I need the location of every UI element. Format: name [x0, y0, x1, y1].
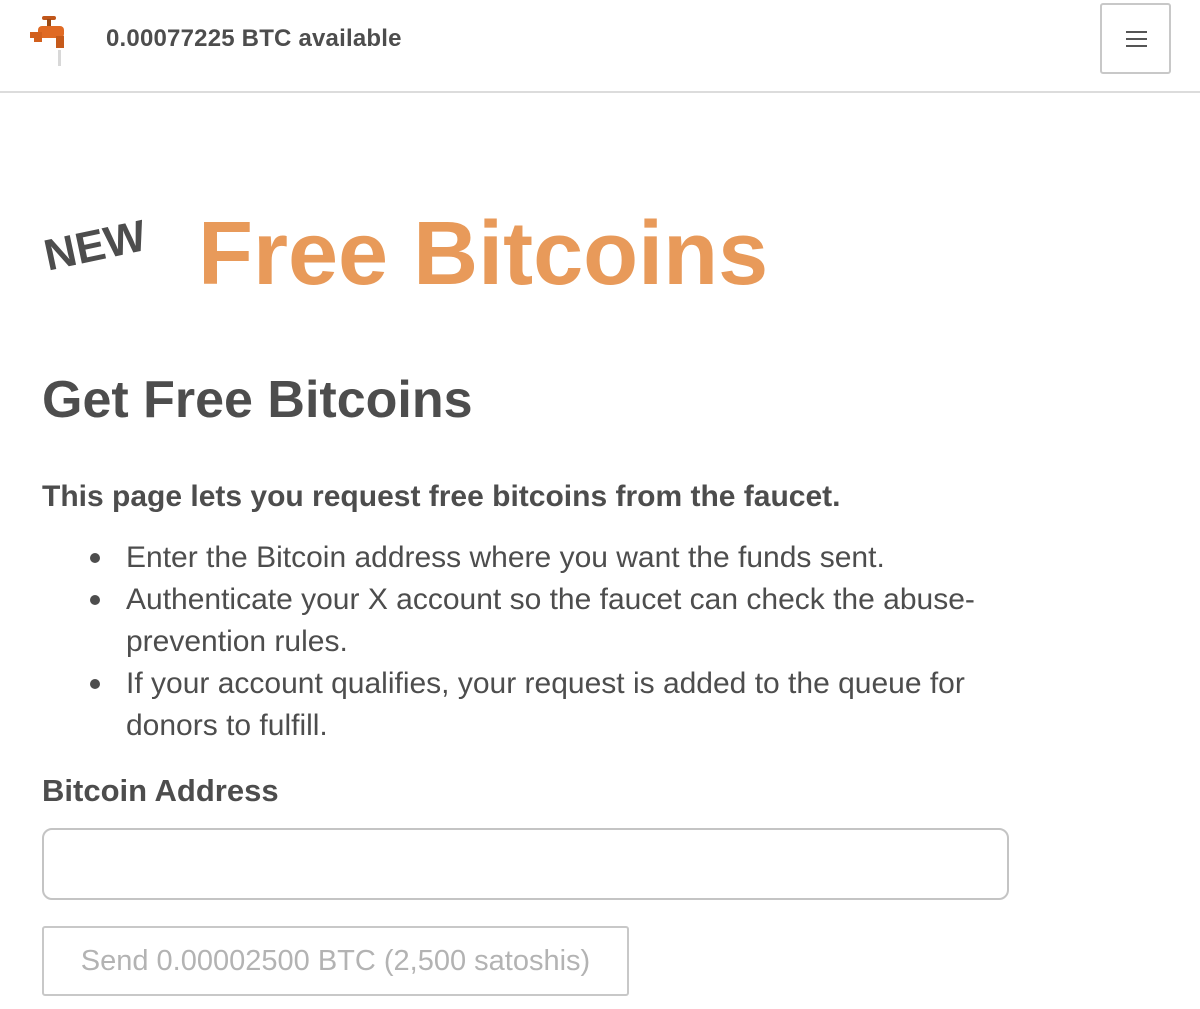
bullet-icon	[90, 679, 100, 689]
step-text: Authenticate your X account so the fauce…	[126, 583, 975, 658]
list-item: Authenticate your X account so the fauce…	[84, 579, 1004, 663]
hero-title: Free Bitcoins	[198, 204, 769, 304]
instructions-list: Enter the Bitcoin address where you want…	[84, 537, 1004, 747]
bitcoin-address-input[interactable]	[42, 828, 1009, 900]
list-item: If your account qualifies, your request …	[84, 663, 1004, 747]
new-badge: NEW	[39, 211, 151, 281]
btc-balance: 0.00077225 BTC available	[106, 25, 402, 52]
faucet-icon[interactable]	[26, 14, 72, 70]
hamburger-menu-icon-bottom	[1126, 45, 1147, 47]
send-button[interactable]: Send 0.00002500 BTC (2,500 satoshis)	[42, 926, 629, 996]
step-text: Enter the Bitcoin address where you want…	[126, 541, 885, 574]
page-title: Get Free Bitcoins	[42, 371, 473, 429]
bullet-icon	[90, 553, 100, 563]
bullet-icon	[90, 595, 100, 605]
menu-toggle-button[interactable]	[1100, 3, 1171, 74]
top-navbar: 0.00077225 BTC available	[0, 0, 1200, 93]
hero-banner: NEW Free Bitcoins	[0, 200, 1200, 310]
hamburger-menu-icon-middle	[1126, 38, 1147, 40]
hamburger-menu-icon	[1126, 31, 1147, 33]
bitcoin-address-label: Bitcoin Address	[42, 773, 279, 808]
step-text: If your account qualifies, your request …	[126, 667, 965, 742]
list-item: Enter the Bitcoin address where you want…	[84, 537, 1004, 579]
intro-text: This page lets you request free bitcoins…	[42, 480, 841, 513]
